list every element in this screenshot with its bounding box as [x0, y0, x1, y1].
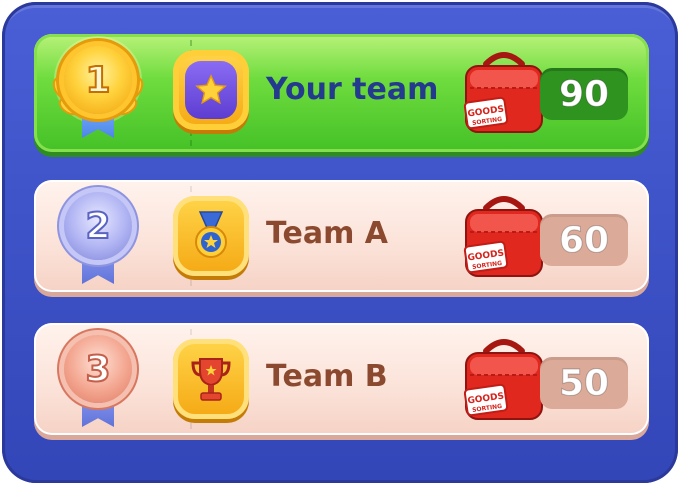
- medal-disc: 2: [64, 192, 132, 260]
- team-name: Your team: [266, 72, 439, 107]
- medal-badge-icon: [173, 196, 249, 276]
- silver-medal-icon: 2: [58, 192, 138, 288]
- team-name: Team A: [266, 216, 388, 251]
- shopping-bag-icon: GOODS SORTING: [456, 331, 552, 427]
- team-score: 50: [558, 362, 610, 404]
- team-score: 90: [558, 73, 610, 115]
- badge-inner: [185, 61, 237, 119]
- score-box: 90: [540, 68, 628, 120]
- shopping-bag-icon: GOODS SORTING: [456, 188, 552, 284]
- badge-inner: [185, 350, 237, 408]
- medal-icon: [195, 211, 227, 258]
- medal-disc: 3: [64, 335, 132, 403]
- trophy-icon: [191, 358, 231, 401]
- gold-medal-icon: 1: [52, 36, 144, 142]
- trophy-badge-icon: [173, 339, 249, 419]
- star-icon: [195, 74, 227, 105]
- score-box: 50: [540, 357, 628, 409]
- badge-inner: [185, 207, 237, 265]
- score-box: 60: [540, 214, 628, 266]
- rank-number: 2: [84, 205, 111, 248]
- team-name: Team B: [266, 359, 388, 394]
- star-shield-icon: [173, 50, 249, 130]
- shopping-bag-icon: GOODS SORTING: [456, 44, 552, 140]
- team-score: 60: [558, 219, 610, 261]
- rank-number: 3: [84, 348, 111, 391]
- bronze-medal-icon: 3: [58, 335, 138, 431]
- medal-disc: 1: [64, 46, 132, 114]
- rank-number: 1: [84, 59, 111, 102]
